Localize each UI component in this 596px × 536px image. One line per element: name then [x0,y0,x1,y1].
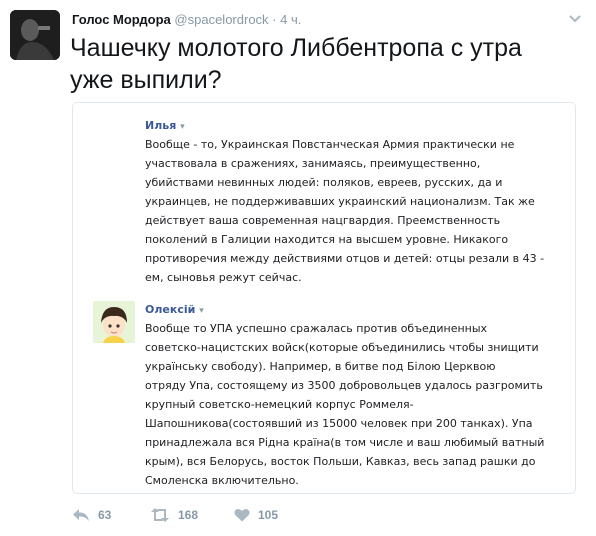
retweet-button[interactable]: 168 [150,508,198,522]
comment-author-name: Илья [145,119,177,132]
like-button[interactable]: 105 [234,508,278,522]
retweet-count: 168 [178,508,199,522]
tweet-header: Голос Мордора @spacelordrock · 4 ч. [72,12,566,28]
comment-author-name: Олексій [145,303,196,316]
reply-button[interactable]: 63 [72,508,111,522]
comment-line: убийствами невинных людей: поляков, евре… [145,176,503,189]
author-name[interactable]: Голос Мордора [72,12,171,27]
comment-oleksii: Олексій ▾ Вообще то УПА успешно сражалас… [145,303,545,490]
comment-line: Вообще то УПА успешно сражалась против о… [145,322,488,335]
like-count: 105 [258,508,279,522]
embedded-image[interactable]: Илья ▾ Вообще - то, Украинская Повстанче… [72,102,576,494]
commenter-avatar [93,301,135,343]
comment-line: Смоленска включительно. [145,474,299,487]
dropdown-arrow-icon: ▾ [180,122,185,132]
author-handle[interactable]: @spacelordrock [174,12,268,27]
author-avatar[interactable] [10,10,60,60]
comment-line: противоречия между действиями отцов и де… [145,252,545,265]
comment-line: поколений в Галиции находится на высшем … [145,233,509,246]
comment-text: Вообще то УПА успешно сражалась против о… [145,319,545,490]
comment-line: украинцев, не поддерживавших украинский … [145,195,535,208]
comment-line: українську свободу). Например, в битве п… [145,360,496,373]
chevron-down-icon[interactable] [568,12,582,26]
separator-dot: · [272,12,277,27]
retweet-icon [150,508,170,522]
heart-icon [234,508,250,522]
comment-line: Вообще - то, Украинская Повстанческая Ар… [145,138,515,151]
comment-line: ем, сыновья режут сейчас. [145,271,302,284]
comment-line: участвовала в сражениях, занимаясь, преи… [145,157,481,170]
comment-line: отряду Упа, состоящему из 3500 доброволь… [145,379,543,392]
tweet-text: Чашечку молотого Либбентропа с утра уже … [70,34,522,94]
tweet-timestamp[interactable]: 4 ч. [280,12,301,27]
reply-count: 63 [98,508,112,522]
reply-icon [72,508,90,522]
comment-line: крупный советско-немецкий корпус Роммеля… [145,398,414,411]
comment-line: действует ваша современная нацгвардия. П… [145,214,501,227]
comment-line: крым), вся Белорусь, восток Польши, Кавк… [145,455,536,468]
comment-line: Шапошникова(состоявший из 15000 человек … [145,417,533,430]
comment-text: Вообще - то, Украинская Повстанческая Ар… [145,135,545,287]
comment-line: принадлежала вся Рідна країна(в том числ… [145,436,545,449]
comment-ilya: Илья ▾ Вообще - то, Украинская Повстанче… [145,119,545,287]
dropdown-arrow-icon: ▾ [199,306,204,316]
comment-line: советско-нацистских войск(которые объеди… [145,341,539,354]
